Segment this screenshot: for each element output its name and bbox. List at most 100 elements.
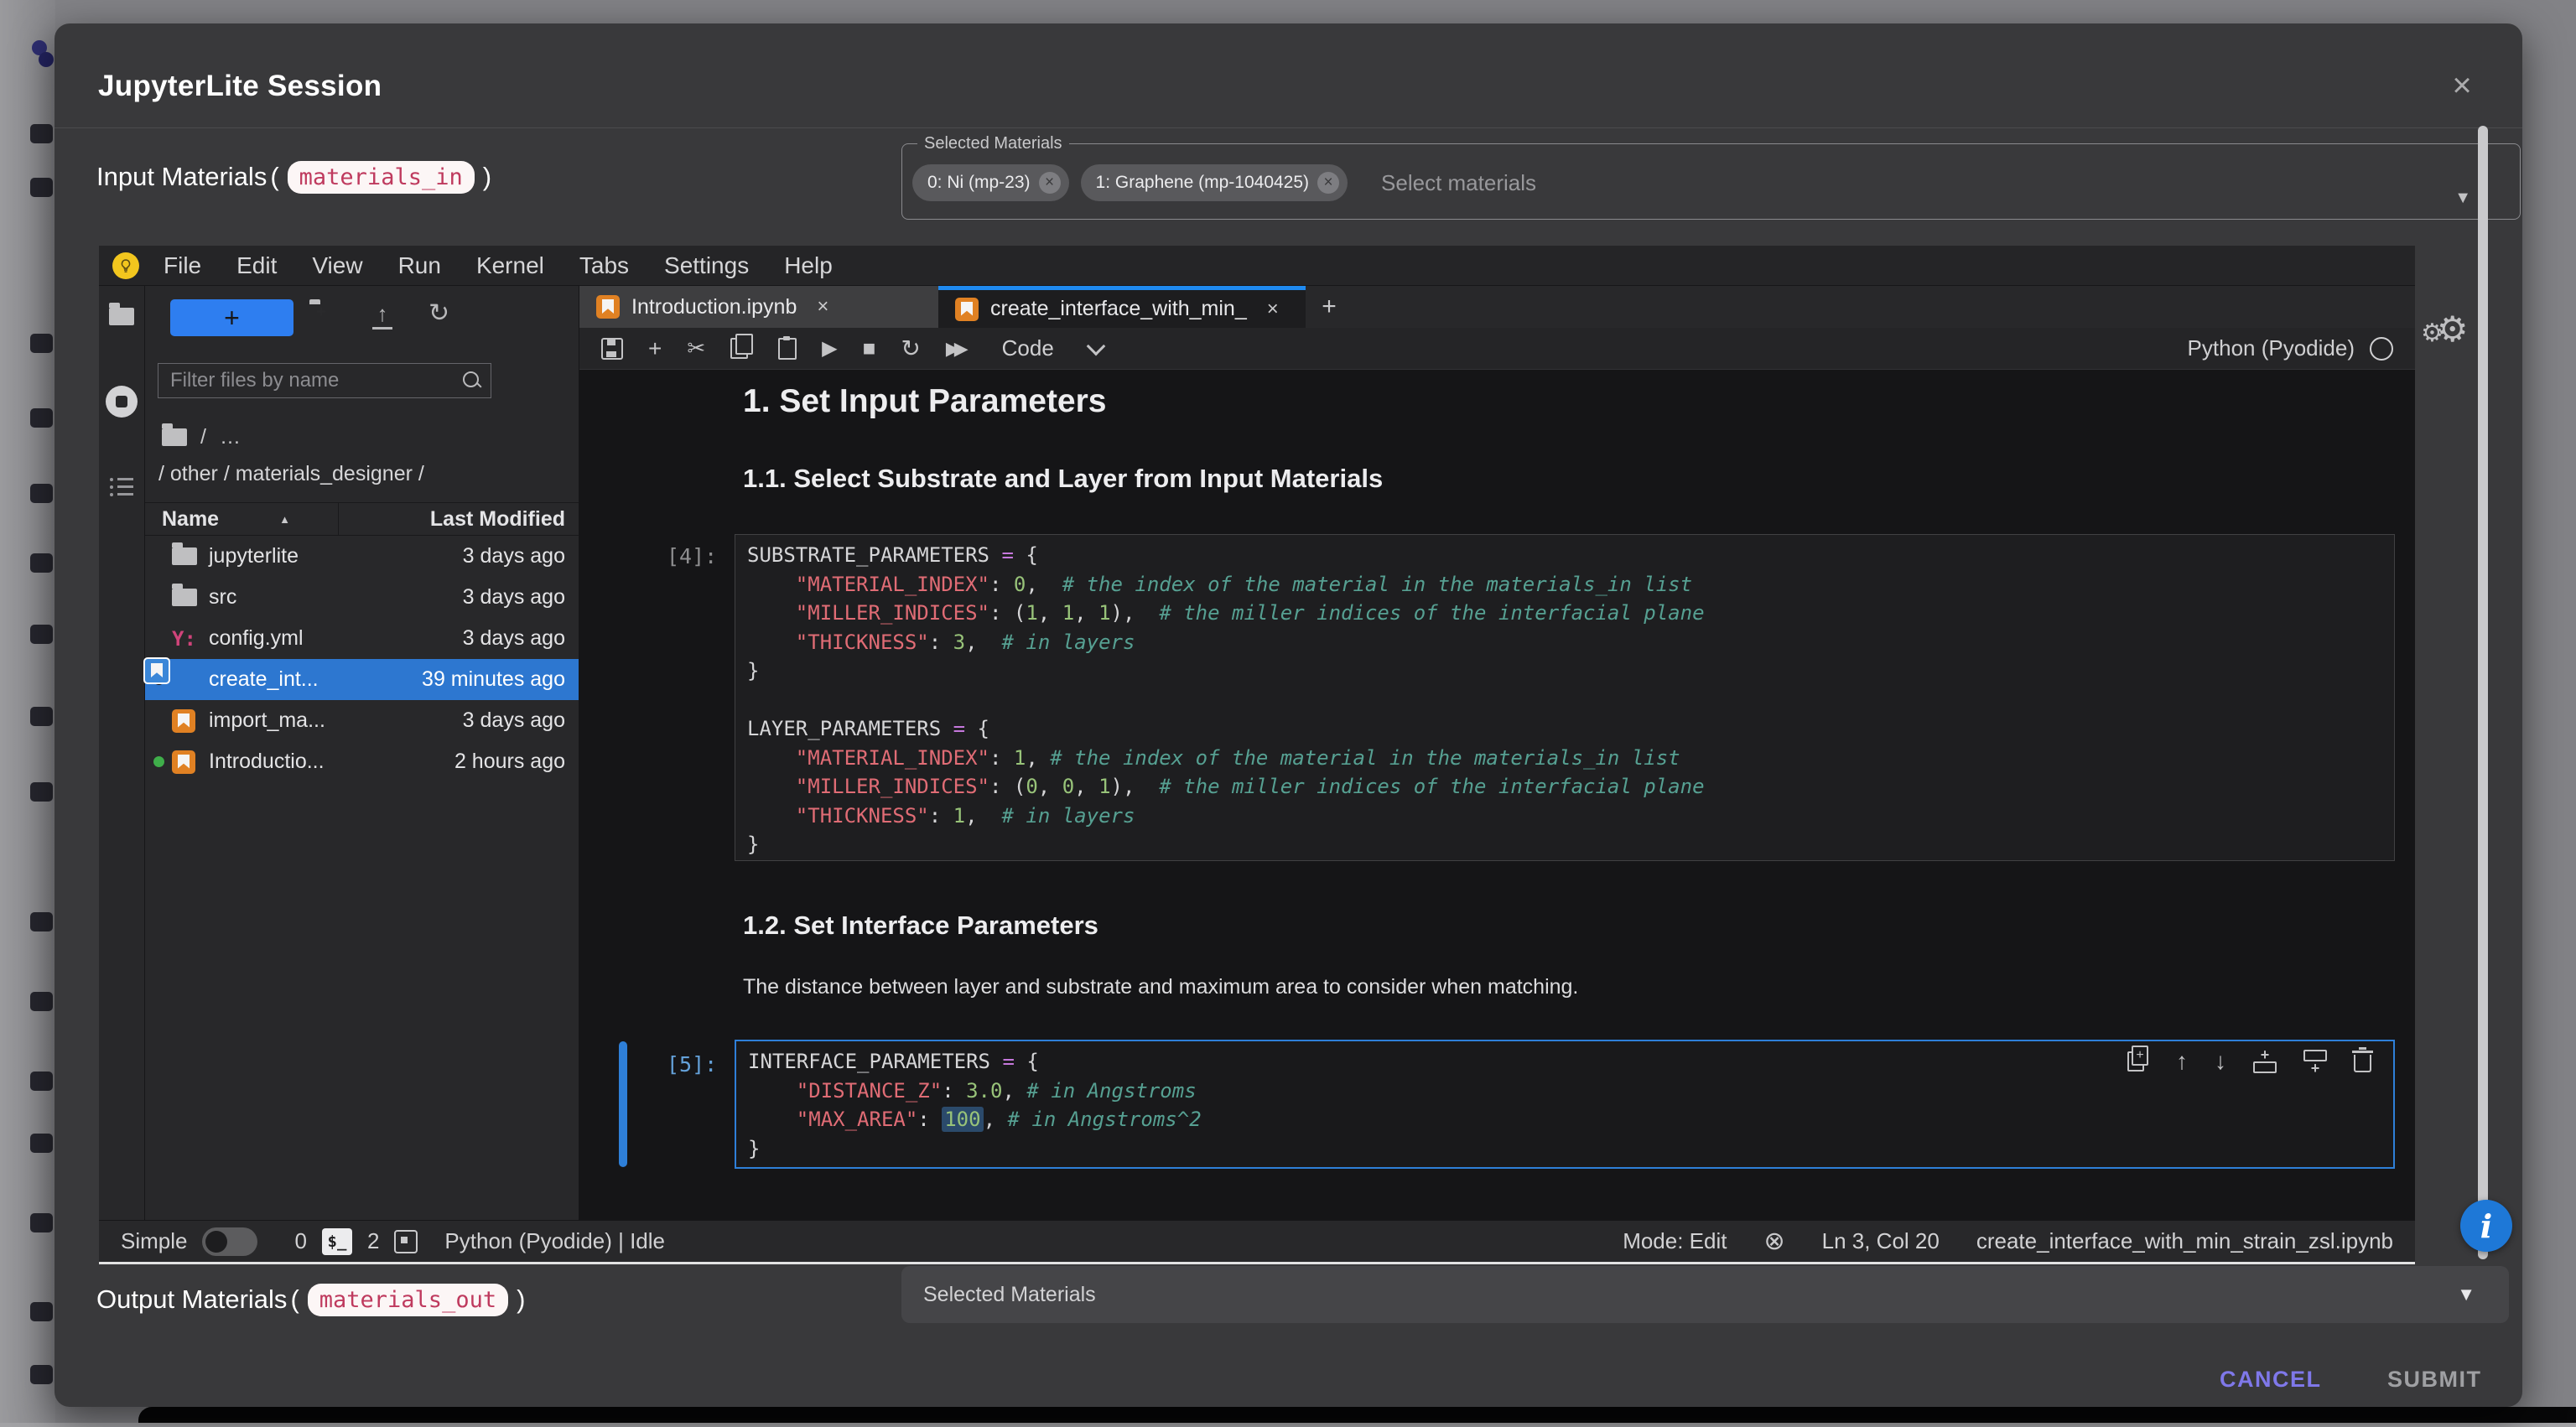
terminals-count: 0: [294, 1228, 306, 1254]
tab-introduction[interactable]: Introduction.ipynb ×: [579, 286, 938, 328]
active-filename: create_interface_with_min_strain_zsl.ipy…: [1976, 1228, 2393, 1254]
delete-cell-icon[interactable]: [2354, 1055, 2371, 1072]
file-row[interactable]: Introductio... 2 hours ago: [145, 741, 579, 782]
chip-remove-icon[interactable]: ×: [1039, 172, 1061, 194]
duplicate-cell-icon[interactable]: [2127, 1051, 2144, 1072]
yaml-file-icon: Y:: [172, 627, 196, 651]
menu-kernel[interactable]: Kernel: [459, 252, 562, 279]
move-cell-up-icon[interactable]: ↑: [2176, 1048, 2188, 1075]
stop-icon[interactable]: ■: [863, 335, 876, 361]
breadcrumb-root[interactable]: /: [200, 425, 206, 449]
folder-icon: [172, 589, 197, 606]
notebook-content[interactable]: 1. Set Input Parameters 1.1. Select Subs…: [579, 370, 2415, 1220]
cell-collapser[interactable]: [619, 1041, 627, 1167]
copy-icon[interactable]: [730, 338, 748, 359]
background-app-icon: [30, 1365, 53, 1384]
jupyterlite-session-dialog: JupyterLite Session × Input Materials ( …: [55, 23, 2522, 1407]
select-materials-placeholder[interactable]: Select materials: [1381, 170, 1536, 196]
menu-help[interactable]: Help: [766, 252, 850, 279]
code-cell-5-active[interactable]: INTERFACE_PARAMETERS = { "DISTANCE_Z": 3…: [735, 1040, 2395, 1169]
search-icon: [463, 371, 479, 387]
restart-kernel-icon[interactable]: ↻: [901, 335, 920, 362]
save-icon[interactable]: [601, 338, 623, 360]
info-button[interactable]: i: [2460, 1200, 2512, 1252]
kernel-status-text[interactable]: Python (Pyodide) | Idle: [444, 1228, 665, 1254]
menu-tabs[interactable]: Tabs: [562, 252, 647, 279]
kernel-chip-icon[interactable]: [394, 1230, 418, 1253]
column-name[interactable]: Name: [162, 507, 219, 532]
paste-icon[interactable]: [778, 338, 797, 360]
add-cell-icon[interactable]: +: [648, 335, 662, 362]
cell-type-dropdown[interactable]: Code: [1002, 335, 1103, 361]
insert-cell-below-icon[interactable]: +: [2303, 1050, 2327, 1073]
upload-icon[interactable]: ↑: [370, 304, 395, 330]
insert-cell-above-icon[interactable]: +: [2253, 1050, 2277, 1073]
file-row[interactable]: import_ma... 3 days ago: [145, 700, 579, 741]
kernels-count: 2: [367, 1228, 379, 1254]
material-chip[interactable]: 0: Ni (mp-23) ×: [912, 164, 1069, 201]
selected-materials-field[interactable]: Selected Materials 0: Ni (mp-23) × 1: Gr…: [901, 134, 2521, 220]
selected-materials-legend: Selected Materials: [917, 134, 1069, 153]
home-folder-icon[interactable]: [162, 428, 187, 446]
property-inspector-icon[interactable]: [110, 478, 133, 498]
menu-file[interactable]: File: [146, 252, 219, 279]
breadcrumb: / …: [162, 425, 241, 449]
new-tab-icon[interactable]: +: [1306, 286, 1353, 328]
cursor-position[interactable]: Ln 3, Col 20: [1822, 1228, 1940, 1254]
kernel-indicator[interactable]: Python (Pyodide): [2188, 335, 2393, 361]
chevron-down-icon[interactable]: ▼: [2454, 189, 2471, 208]
output-materials-select[interactable]: Selected Materials ▼: [901, 1266, 2509, 1323]
breadcrumb-ellipsis[interactable]: …: [220, 425, 241, 449]
menu-run[interactable]: Run: [381, 252, 459, 279]
mode-indicator[interactable]: Mode: Edit: [1623, 1228, 1727, 1254]
close-tab-icon[interactable]: ×: [1267, 298, 1279, 321]
restart-run-all-icon[interactable]: ▶▶: [946, 338, 969, 360]
jupyterlite-logo-icon: [112, 252, 139, 279]
file-row[interactable]: jupyterlite 3 days ago: [145, 536, 579, 577]
column-last-modified[interactable]: Last Modified: [430, 507, 565, 532]
notebook-file-icon: [955, 298, 979, 321]
code-cell-4[interactable]: SUBSTRATE_PARAMETERS = { "MATERIAL_INDEX…: [735, 534, 2395, 861]
file-browser-tab-icon[interactable]: [109, 308, 134, 325]
settings-gears-icon[interactable]: ⚙⚙: [2421, 309, 2480, 350]
file-row[interactable]: src 3 days ago: [145, 577, 579, 618]
materials-in-code-chip: materials_in: [288, 161, 475, 194]
file-list-header: Name ▲ Last Modified: [145, 502, 579, 536]
background-app-icon: [30, 707, 53, 726]
running-sessions-icon[interactable]: [106, 386, 138, 418]
menu-settings[interactable]: Settings: [647, 252, 766, 279]
new-folder-icon[interactable]: +: [309, 304, 333, 322]
close-icon[interactable]: ×: [2440, 64, 2484, 107]
new-launcher-button[interactable]: +: [170, 299, 293, 336]
selected-materials-chips: 0: Ni (mp-23) × 1: Graphene (mp-1040425)…: [912, 164, 1536, 201]
notebook-file-icon: [172, 709, 195, 733]
cell-prompt: [4]:: [667, 544, 717, 568]
move-cell-down-icon[interactable]: ↓: [2215, 1048, 2226, 1075]
file-row[interactable]: Y: config.yml 3 days ago: [145, 618, 579, 659]
tab-create-interface[interactable]: create_interface_with_min_ ×: [938, 286, 1306, 328]
simple-mode-toggle[interactable]: [202, 1227, 257, 1256]
breadcrumb-path[interactable]: / other / materials_designer /: [158, 462, 424, 486]
file-filter-input[interactable]: [158, 364, 491, 397]
cut-icon[interactable]: ✂: [687, 335, 705, 361]
chip-remove-icon[interactable]: ×: [1317, 172, 1339, 194]
modal-scrollbar[interactable]: [2478, 126, 2488, 1259]
terminal-icon[interactable]: $_: [322, 1228, 352, 1255]
file-browser-panel: + + ↑ ↻ / … / other / materials_desi: [145, 286, 579, 1220]
file-row-selected[interactable]: create_int... 39 minutes ago: [145, 659, 579, 700]
sort-ascending-icon[interactable]: ▲: [279, 513, 290, 526]
cancel-button[interactable]: CANCEL: [2220, 1367, 2322, 1393]
material-chip[interactable]: 1: Graphene (mp-1040425) ×: [1081, 164, 1348, 201]
run-icon[interactable]: ▶: [822, 336, 837, 361]
menu-view[interactable]: View: [294, 252, 380, 279]
output-materials-row: Output Materials ( materials_out ): [96, 1279, 525, 1321]
background-app-edge: [0, 1423, 2576, 1427]
activity-bar: [99, 286, 145, 1220]
tab-bar: Introduction.ipynb × create_interface_wi…: [579, 286, 2415, 329]
submit-button[interactable]: SUBMIT: [2387, 1367, 2482, 1393]
close-tab-icon[interactable]: ×: [817, 295, 828, 319]
notification-shield-icon[interactable]: ⊗: [1763, 1227, 1784, 1256]
menu-edit[interactable]: Edit: [219, 252, 294, 279]
refresh-icon[interactable]: ↻: [428, 301, 449, 326]
background-app-icon: [30, 553, 53, 573]
